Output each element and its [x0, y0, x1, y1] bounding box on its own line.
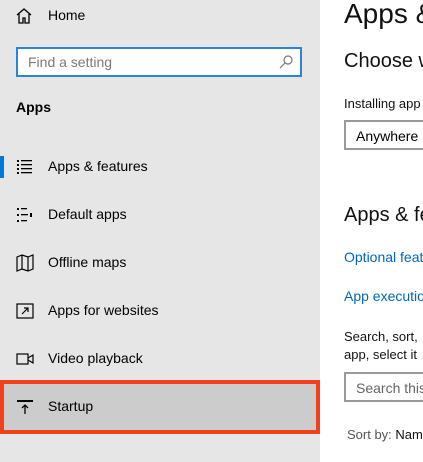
search-sort-text-line1: Search, sort, — [344, 329, 418, 344]
find-setting-search-input[interactable]: Find a setting — [16, 47, 302, 77]
home-nav-item[interactable]: Home — [0, 0, 320, 34]
page-title: Apps & — [344, 0, 423, 29]
apps-features-icon — [17, 160, 32, 174]
search-icon[interactable] — [278, 54, 294, 70]
home-icon — [16, 8, 32, 24]
search-list-placeholder: Search this — [356, 380, 423, 396]
dropdown-value: Anywhere — [356, 128, 419, 144]
install-source-dropdown[interactable]: Anywhere — [344, 120, 423, 150]
optional-features-link[interactable]: Optional feat — [344, 249, 423, 265]
sidebar-item-label: Default apps — [48, 206, 127, 222]
offline-maps-icon — [16, 254, 34, 272]
sidebar-item-offline-maps[interactable]: Offline maps — [0, 239, 320, 287]
sidebar-item-label: Offline maps — [48, 254, 127, 270]
sidebar-item-label: Apps for websites — [48, 302, 159, 318]
default-apps-icon — [17, 208, 32, 222]
settings-sidebar: Home Find a setting Apps Apps & features — [0, 0, 320, 462]
sidebar-item-label: Video playback — [48, 350, 143, 366]
sort-by-control[interactable]: Sort by: Nam — [347, 427, 423, 442]
section-title-apps: Apps — [16, 99, 51, 115]
sidebar-item-apps-features[interactable]: Apps & features — [0, 143, 320, 191]
apps-main-content: Apps & Choose w Installing app Anywhere … — [320, 0, 423, 462]
apps-features-heading: Apps & fe — [344, 204, 423, 226]
sort-by-value: Nam — [395, 427, 423, 442]
search-placeholder: Find a setting — [28, 54, 113, 70]
search-this-list-input[interactable]: Search this — [344, 372, 423, 402]
sidebar-item-label: Apps & features — [48, 158, 148, 174]
sidebar-item-video-playback[interactable]: Video playback — [0, 335, 320, 383]
search-sort-text-line2: app, select it — [344, 347, 417, 362]
sidebar-item-apps-for-websites[interactable]: Apps for websites — [0, 287, 320, 335]
video-playback-icon — [16, 353, 34, 365]
installing-apps-text: Installing app — [344, 96, 421, 111]
choose-where-heading: Choose w — [344, 50, 423, 72]
home-label: Home — [48, 7, 86, 23]
app-execution-aliases-link[interactable]: App executio — [344, 288, 423, 304]
sidebar-item-default-apps[interactable]: Default apps — [0, 191, 320, 239]
sort-by-label: Sort by: — [347, 427, 392, 442]
apps-for-websites-icon — [16, 303, 34, 319]
startup-highlight-outline — [0, 380, 320, 434]
